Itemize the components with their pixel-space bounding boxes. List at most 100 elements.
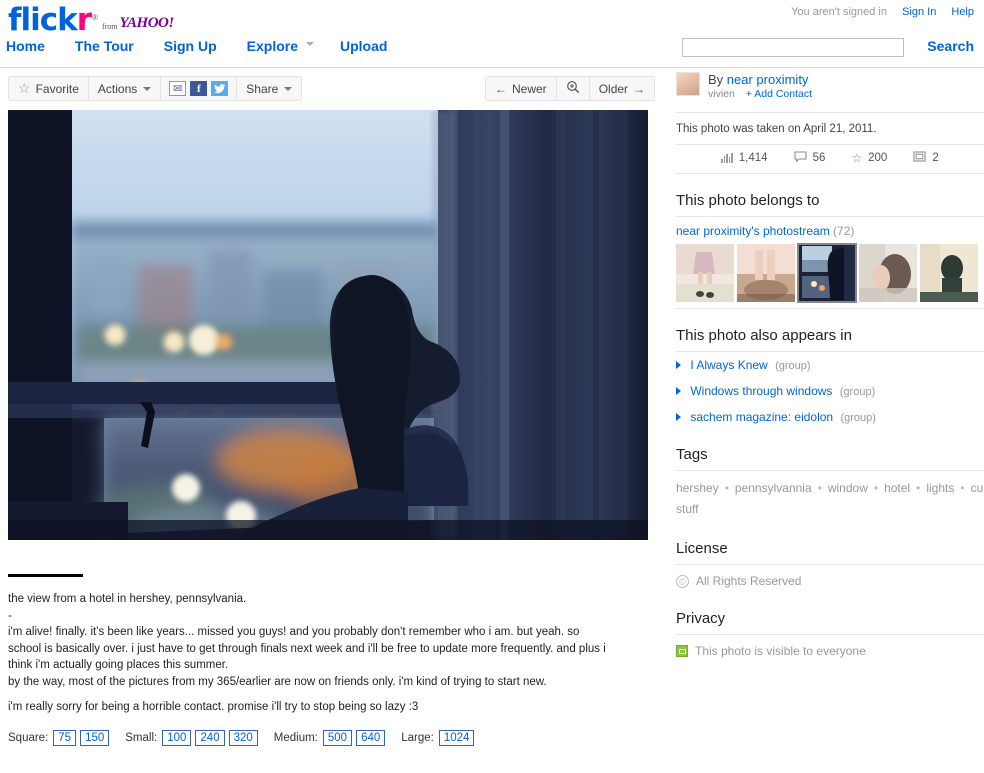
divider — [676, 173, 984, 174]
description-divider — [8, 574, 83, 577]
share-button[interactable]: Share — [237, 77, 301, 100]
appears-in-heading: This photo also appears in — [676, 327, 984, 344]
views-icon — [721, 153, 733, 163]
size-option-75[interactable]: 75 — [53, 730, 76, 746]
by-label: By — [708, 72, 723, 87]
tag-pennsylvannia[interactable]: pennsylvannia — [735, 481, 812, 495]
tag-list: hershey•pennsylvannia•window•hotel•light… — [676, 471, 976, 524]
tag-separator: • — [818, 481, 822, 495]
group-row-3: sachem magazine: eidolon (group) — [676, 404, 984, 430]
actions-label: Actions — [98, 82, 137, 96]
group-kind: (group) — [775, 360, 810, 372]
group-link-sachem-magazine-eidolon[interactable]: sachem magazine: eidolon — [690, 410, 833, 424]
size-group-label-square: Square: — [8, 732, 48, 744]
registered-mark-icon: ® — [92, 13, 98, 22]
main-photo[interactable] — [8, 110, 648, 540]
size-option-640[interactable]: 640 — [356, 730, 385, 746]
photo-owner: By near proximity vivien + Add Contact — [676, 68, 984, 112]
owner-realname: vivien — [708, 88, 735, 100]
nav-item-home[interactable]: Home — [6, 38, 45, 54]
twitter-bird-glyph — [214, 84, 226, 94]
privacy-row: This photo is visible to everyone — [676, 635, 984, 664]
email-icon[interactable]: ✉ — [169, 81, 186, 96]
share-label: Share — [246, 82, 278, 96]
tag-curtain[interactable]: curtain — [971, 481, 984, 495]
size-option-1024[interactable]: 1024 — [439, 730, 475, 746]
facebook-icon[interactable]: f — [190, 81, 207, 96]
thumbnail-5[interactable] — [920, 244, 978, 302]
notes-count: 2 — [932, 152, 938, 164]
tag-separator: • — [960, 481, 964, 495]
tag-hotel[interactable]: hotel — [884, 481, 910, 495]
search-button[interactable]: Search — [927, 38, 974, 54]
logo-r-text: r — [77, 5, 91, 36]
favorites-count: 200 — [868, 152, 887, 164]
group-link-i-always-knew[interactable]: I Always Knew — [690, 358, 767, 372]
triangle-right-icon — [676, 361, 681, 369]
license-row: © All Rights Reserved — [676, 565, 984, 594]
size-option-150[interactable]: 150 — [80, 730, 109, 746]
description-line-5: i'm really sorry for being a horrible co… — [8, 699, 608, 716]
description-line-2: - — [8, 608, 608, 625]
group-link-windows-through-windows[interactable]: Windows through windows — [690, 384, 832, 398]
chevron-down-icon[interactable] — [306, 42, 314, 46]
nav-item-upload[interactable]: Upload — [340, 38, 387, 54]
older-button[interactable]: Older → — [590, 77, 654, 100]
star-outline-icon: ☆ — [18, 80, 31, 97]
size-group-label-small: Small: — [125, 732, 157, 744]
size-option-500[interactable]: 500 — [323, 730, 352, 746]
stat-views[interactable]: 1,414 — [721, 152, 767, 164]
stat-comments[interactable]: 56 — [794, 151, 826, 165]
triangle-right-icon — [676, 413, 681, 421]
thumbnail-3-current[interactable] — [798, 244, 856, 302]
size-option-320[interactable]: 320 — [229, 730, 258, 746]
flickr-logo[interactable]: flickr® from YAHOO! — [8, 2, 174, 36]
stat-favorites[interactable]: ☆ 200 — [851, 151, 887, 165]
add-contact-link[interactable]: + Add Contact — [746, 88, 812, 100]
description-line-3: i'm alive! finally. it's been like years… — [8, 624, 608, 674]
actions-button[interactable]: Actions — [89, 77, 161, 100]
thumbnail-4[interactable] — [859, 244, 917, 302]
description-line-1: the view from a hotel in hershey, pennsy… — [8, 591, 608, 608]
newer-label: Newer — [512, 82, 547, 96]
public-visibility-icon — [676, 645, 688, 657]
avatar[interactable] — [676, 72, 700, 96]
date-taken: This photo was taken on April 21, 2011. — [676, 113, 984, 144]
photo-column: ☆ Favorite Actions ✉ f — [0, 68, 662, 746]
twitter-icon[interactable] — [211, 81, 228, 96]
thumbnail-1[interactable] — [676, 244, 734, 302]
nav-item-sign-up[interactable]: Sign Up — [164, 38, 217, 54]
tag-window[interactable]: window — [828, 481, 868, 495]
photostream-link[interactable]: near proximity's photostream — [676, 224, 830, 238]
photo-container[interactable] — [8, 110, 648, 540]
thumbnail-2[interactable] — [737, 244, 795, 302]
photo-description: the view from a hotel in hershey, pennsy… — [8, 591, 608, 716]
nav-item-the-tour[interactable]: The Tour — [75, 38, 134, 54]
size-option-100[interactable]: 100 — [162, 730, 191, 746]
photo-stats: 1,414 56 ☆ 200 — [676, 145, 984, 173]
belongs-to-heading: This photo belongs to — [676, 192, 984, 209]
group-row-1: I Always Knew (group) — [676, 352, 984, 378]
star-icon: ☆ — [851, 151, 862, 165]
size-option-240[interactable]: 240 — [195, 730, 224, 746]
newer-button[interactable]: ← Newer — [486, 77, 557, 100]
owner-byline: By near proximity — [708, 72, 812, 87]
photo-action-buttons: ☆ Favorite Actions ✉ f — [8, 76, 302, 101]
favorite-button[interactable]: ☆ Favorite — [9, 77, 89, 100]
photo-nav-buttons: ← Newer Older → — [485, 76, 655, 101]
owner-name-link[interactable]: near proximity — [727, 72, 809, 87]
stat-notes[interactable]: 2 — [913, 151, 938, 165]
search-input[interactable] — [682, 38, 904, 57]
sign-in-link[interactable]: Sign In — [902, 6, 936, 18]
zoom-button[interactable] — [557, 77, 590, 100]
yahoo-wordmark: YAHOO! — [120, 15, 174, 32]
site-header: flickr® from YAHOO! You aren't signed in… — [0, 0, 984, 68]
tags-heading: Tags — [676, 446, 984, 463]
help-link[interactable]: Help — [951, 6, 974, 18]
tag-separator: • — [874, 481, 878, 495]
signin-bar: You aren't signed in Sign In Help — [791, 6, 974, 18]
tag-lights[interactable]: lights — [926, 481, 954, 495]
tag-hershey[interactable]: hershey — [676, 481, 719, 495]
nav-item-explore[interactable]: Explore — [247, 38, 298, 54]
size-links: Square: 75 150 Small: 100 240 320 Medium… — [8, 730, 662, 746]
